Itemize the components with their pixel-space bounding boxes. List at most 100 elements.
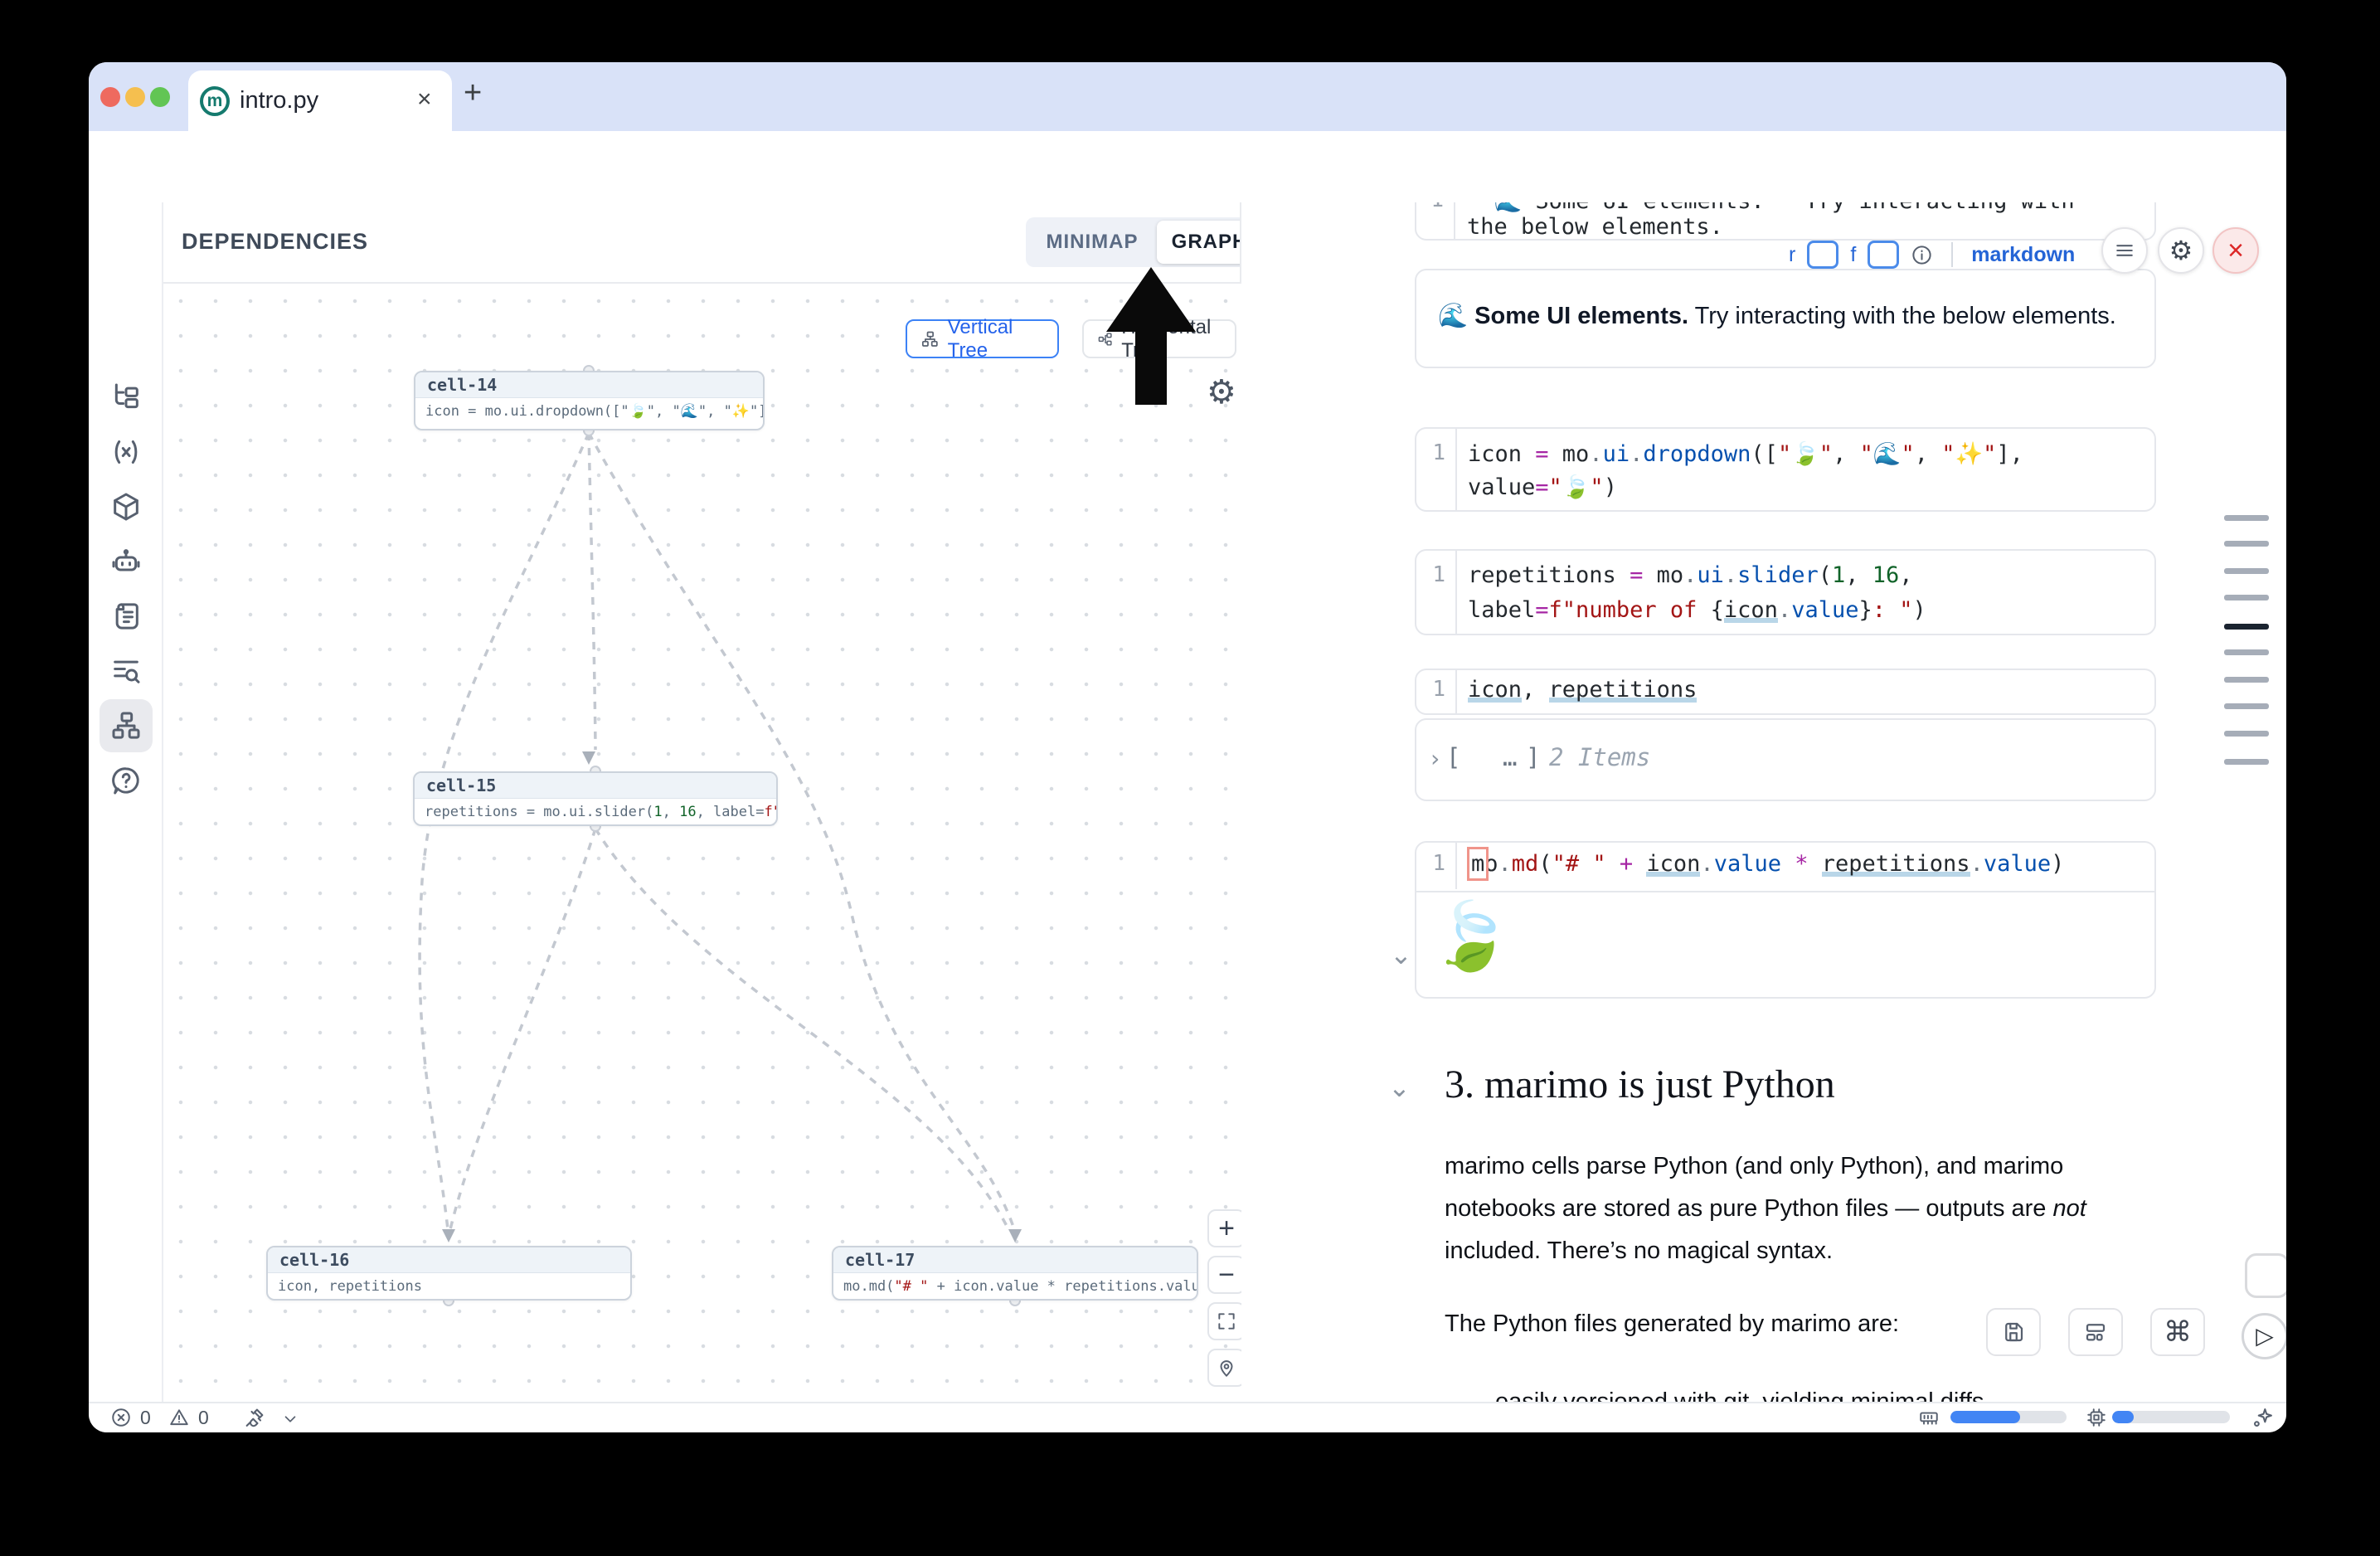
line-number: 1: [1419, 677, 1445, 702]
memory-icon: [1918, 1407, 1940, 1428]
tab-close-icon[interactable]: ×: [417, 85, 432, 114]
layout-icon: [2083, 1320, 2108, 1344]
locate-button[interactable]: [1207, 1349, 1241, 1387]
packages-icon[interactable]: [109, 490, 143, 523]
gutter-divider: [1455, 843, 1457, 889]
browser-toolbar: localhost:2718 Guest: [89, 131, 2286, 202]
zoom-in-button[interactable]: +: [1207, 1209, 1241, 1247]
fullscreen-icon: [1216, 1310, 1237, 1332]
traffic-minimize-button[interactable]: [125, 87, 145, 107]
zoom-out-button[interactable]: −: [1207, 1256, 1241, 1294]
horizontal-tree-button[interactable]: Horizontal Tree: [1082, 319, 1236, 358]
tab-minimap[interactable]: MINIMAP: [1026, 217, 1158, 267]
language-label[interactable]: markdown: [1971, 243, 2075, 267]
tab-title: intro.py: [240, 71, 318, 131]
graph-node-cell-15[interactable]: cell-15 repetitions = mo.ui.slider(1, 16…: [413, 771, 778, 826]
snippets-search-icon[interactable]: [109, 654, 143, 688]
cell-info-icon[interactable]: [1911, 244, 1933, 266]
cpu-icon: [2086, 1407, 2107, 1428]
cell-nav-dash[interactable]: [2224, 731, 2269, 737]
cell-nav-dash-active[interactable]: [2224, 624, 2269, 630]
cell-nav-dash[interactable]: [2224, 568, 2269, 574]
close-icon: ×: [2227, 235, 2244, 267]
ai-sparkle-icon[interactable]: [2251, 1406, 2275, 1429]
graph-node-cell-17[interactable]: cell-17 mo.md("# " + icon.value * repeti…: [832, 1246, 1198, 1301]
layout-toggle-button[interactable]: [2068, 1308, 2123, 1356]
notebook-settings-button[interactable]: ⚙: [2158, 227, 2204, 274]
scroll-target-button[interactable]: [2245, 1253, 2286, 1298]
code-line[interactable]: mo.md("# " + icon.value * repetitions.va…: [1471, 851, 2064, 877]
new-tab-button[interactable]: +: [464, 75, 482, 111]
r-toggle-checkbox[interactable]: [1807, 241, 1838, 269]
code-line[interactable]: repetitions = mo.ui.slider(1, 16,: [1468, 562, 1913, 588]
notebook-menu-button[interactable]: [2101, 227, 2148, 274]
errors-count[interactable]: 0: [140, 1407, 151, 1429]
cell-nav-dash[interactable]: [2224, 595, 2269, 601]
horizontal-tree-icon: [1097, 328, 1113, 350]
cell-nav-dash[interactable]: [2224, 759, 2269, 765]
cell-nav-dash[interactable]: [2224, 703, 2269, 709]
line-number: 1: [1419, 440, 1445, 465]
ai-assistant-icon[interactable]: [109, 545, 143, 578]
cell-nav-dash[interactable]: [2224, 541, 2269, 547]
horizontal-tree-label: Horizontal Tree: [1121, 316, 1222, 362]
graph-node-cell-14[interactable]: cell-14 icon = mo.ui.dropdown(["🍃", "🌊",…: [414, 371, 765, 430]
code-line[interactable]: icon = mo.ui.dropdown(["🍃", "🌊", "✨"],: [1468, 440, 2023, 467]
vertical-tree-label: Vertical Tree: [948, 316, 1044, 362]
save-button[interactable]: [1986, 1308, 2041, 1356]
node-code: repetitions = mo.ui.slider(1, 16, label=…: [415, 799, 776, 824]
file-explorer-icon[interactable]: [109, 381, 143, 414]
ellipsis: …: [1503, 743, 1517, 771]
expand-chevron-icon[interactable]: ›: [1428, 745, 1442, 772]
code-line[interactable]: the below elements.: [1467, 214, 1723, 240]
errors-icon[interactable]: [110, 1407, 132, 1428]
cell-nav-dash[interactable]: [2224, 649, 2269, 655]
code-line[interactable]: value="🍃"): [1468, 474, 1617, 500]
node-title: cell-17: [833, 1247, 1197, 1273]
cell-nav-dash[interactable]: [2224, 515, 2269, 521]
warnings-count[interactable]: 0: [198, 1407, 209, 1429]
memory-usage-fill: [1950, 1411, 2020, 1423]
browser-tab[interactable]: m intro.py ×: [188, 71, 452, 131]
cell-collapse-chevron-icon[interactable]: ⌄: [1390, 939, 1412, 970]
notebook-pane: 1 **🌊 Some UI elements.** Try interactin…: [1241, 202, 2286, 1402]
graph-settings-gear-icon[interactable]: ⚙: [1207, 373, 1236, 411]
section-collapse-chevron-icon[interactable]: ⌄: [1388, 1072, 1411, 1103]
bracket-open: [: [1446, 743, 1460, 771]
help-icon[interactable]: [109, 764, 143, 797]
slider-cell-editor[interactable]: 1 repetitions = mo.ui.slider(1, 16, labe…: [1415, 549, 2156, 635]
tuple-cell-editor[interactable]: 1 icon, repetitions: [1415, 669, 2156, 715]
traffic-zoom-button[interactable]: [150, 87, 170, 107]
dropdown-cell-editor[interactable]: 1 icon = mo.ui.dropdown(["🍃", "🌊", "✨"],…: [1415, 427, 2156, 512]
shutdown-button[interactable]: ×: [2212, 227, 2259, 274]
code-line[interactable]: label=f"number of {icon.value}: "): [1468, 597, 1926, 623]
markdown-cell-output: 🌊 Some UI elements. Try interacting with…: [1415, 269, 2156, 368]
disconnected-plug-icon[interactable]: [243, 1406, 266, 1429]
variables-icon[interactable]: [109, 435, 143, 469]
browser-window: m intro.py × + localhost:2718 Guest: [89, 62, 2286, 1432]
node-code: icon, repetitions: [268, 1273, 630, 1299]
run-all-button[interactable]: ▷: [2242, 1313, 2286, 1359]
md-call-editor[interactable]: 1 mo.md("# " + icon.value * repetitions.…: [1416, 843, 2154, 892]
graph-node-cell-16[interactable]: cell-16 icon, repetitions: [266, 1246, 632, 1301]
vertical-tree-button[interactable]: Vertical Tree: [906, 319, 1059, 358]
md-call-cell[interactable]: 1 mo.md("# " + icon.value * repetitions.…: [1415, 841, 2156, 999]
warnings-icon[interactable]: [168, 1407, 190, 1428]
r-toggle-label[interactable]: r: [1789, 243, 1795, 267]
browser-tabstrip: m intro.py × +: [89, 62, 2286, 131]
traffic-close-button[interactable]: [100, 87, 120, 107]
fit-view-button[interactable]: [1207, 1302, 1241, 1340]
tuple-cell-output: › [ … ] 2 Items: [1415, 718, 2156, 801]
keyboard-shortcuts-button[interactable]: ⌘: [2150, 1308, 2205, 1356]
bracket-close: ]: [1526, 743, 1540, 771]
code-line[interactable]: icon, repetitions: [1468, 677, 1697, 703]
dependency-graph-icon[interactable]: [109, 709, 143, 742]
cell-nav-dash[interactable]: [2224, 677, 2269, 683]
logs-icon[interactable]: [109, 600, 143, 633]
code-line[interactable]: **🌊 Some UI elements.** Try interacting …: [1467, 202, 2075, 214]
f-toggle-checkbox[interactable]: [1868, 241, 1899, 269]
chevron-down-icon[interactable]: [281, 1410, 299, 1428]
f-toggle-label[interactable]: f: [1850, 243, 1856, 267]
dependency-graph-canvas[interactable]: Vertical Tree Horizontal Tree ⚙ cell-14 …: [163, 284, 1241, 1402]
marimo-favicon: m: [200, 86, 230, 116]
